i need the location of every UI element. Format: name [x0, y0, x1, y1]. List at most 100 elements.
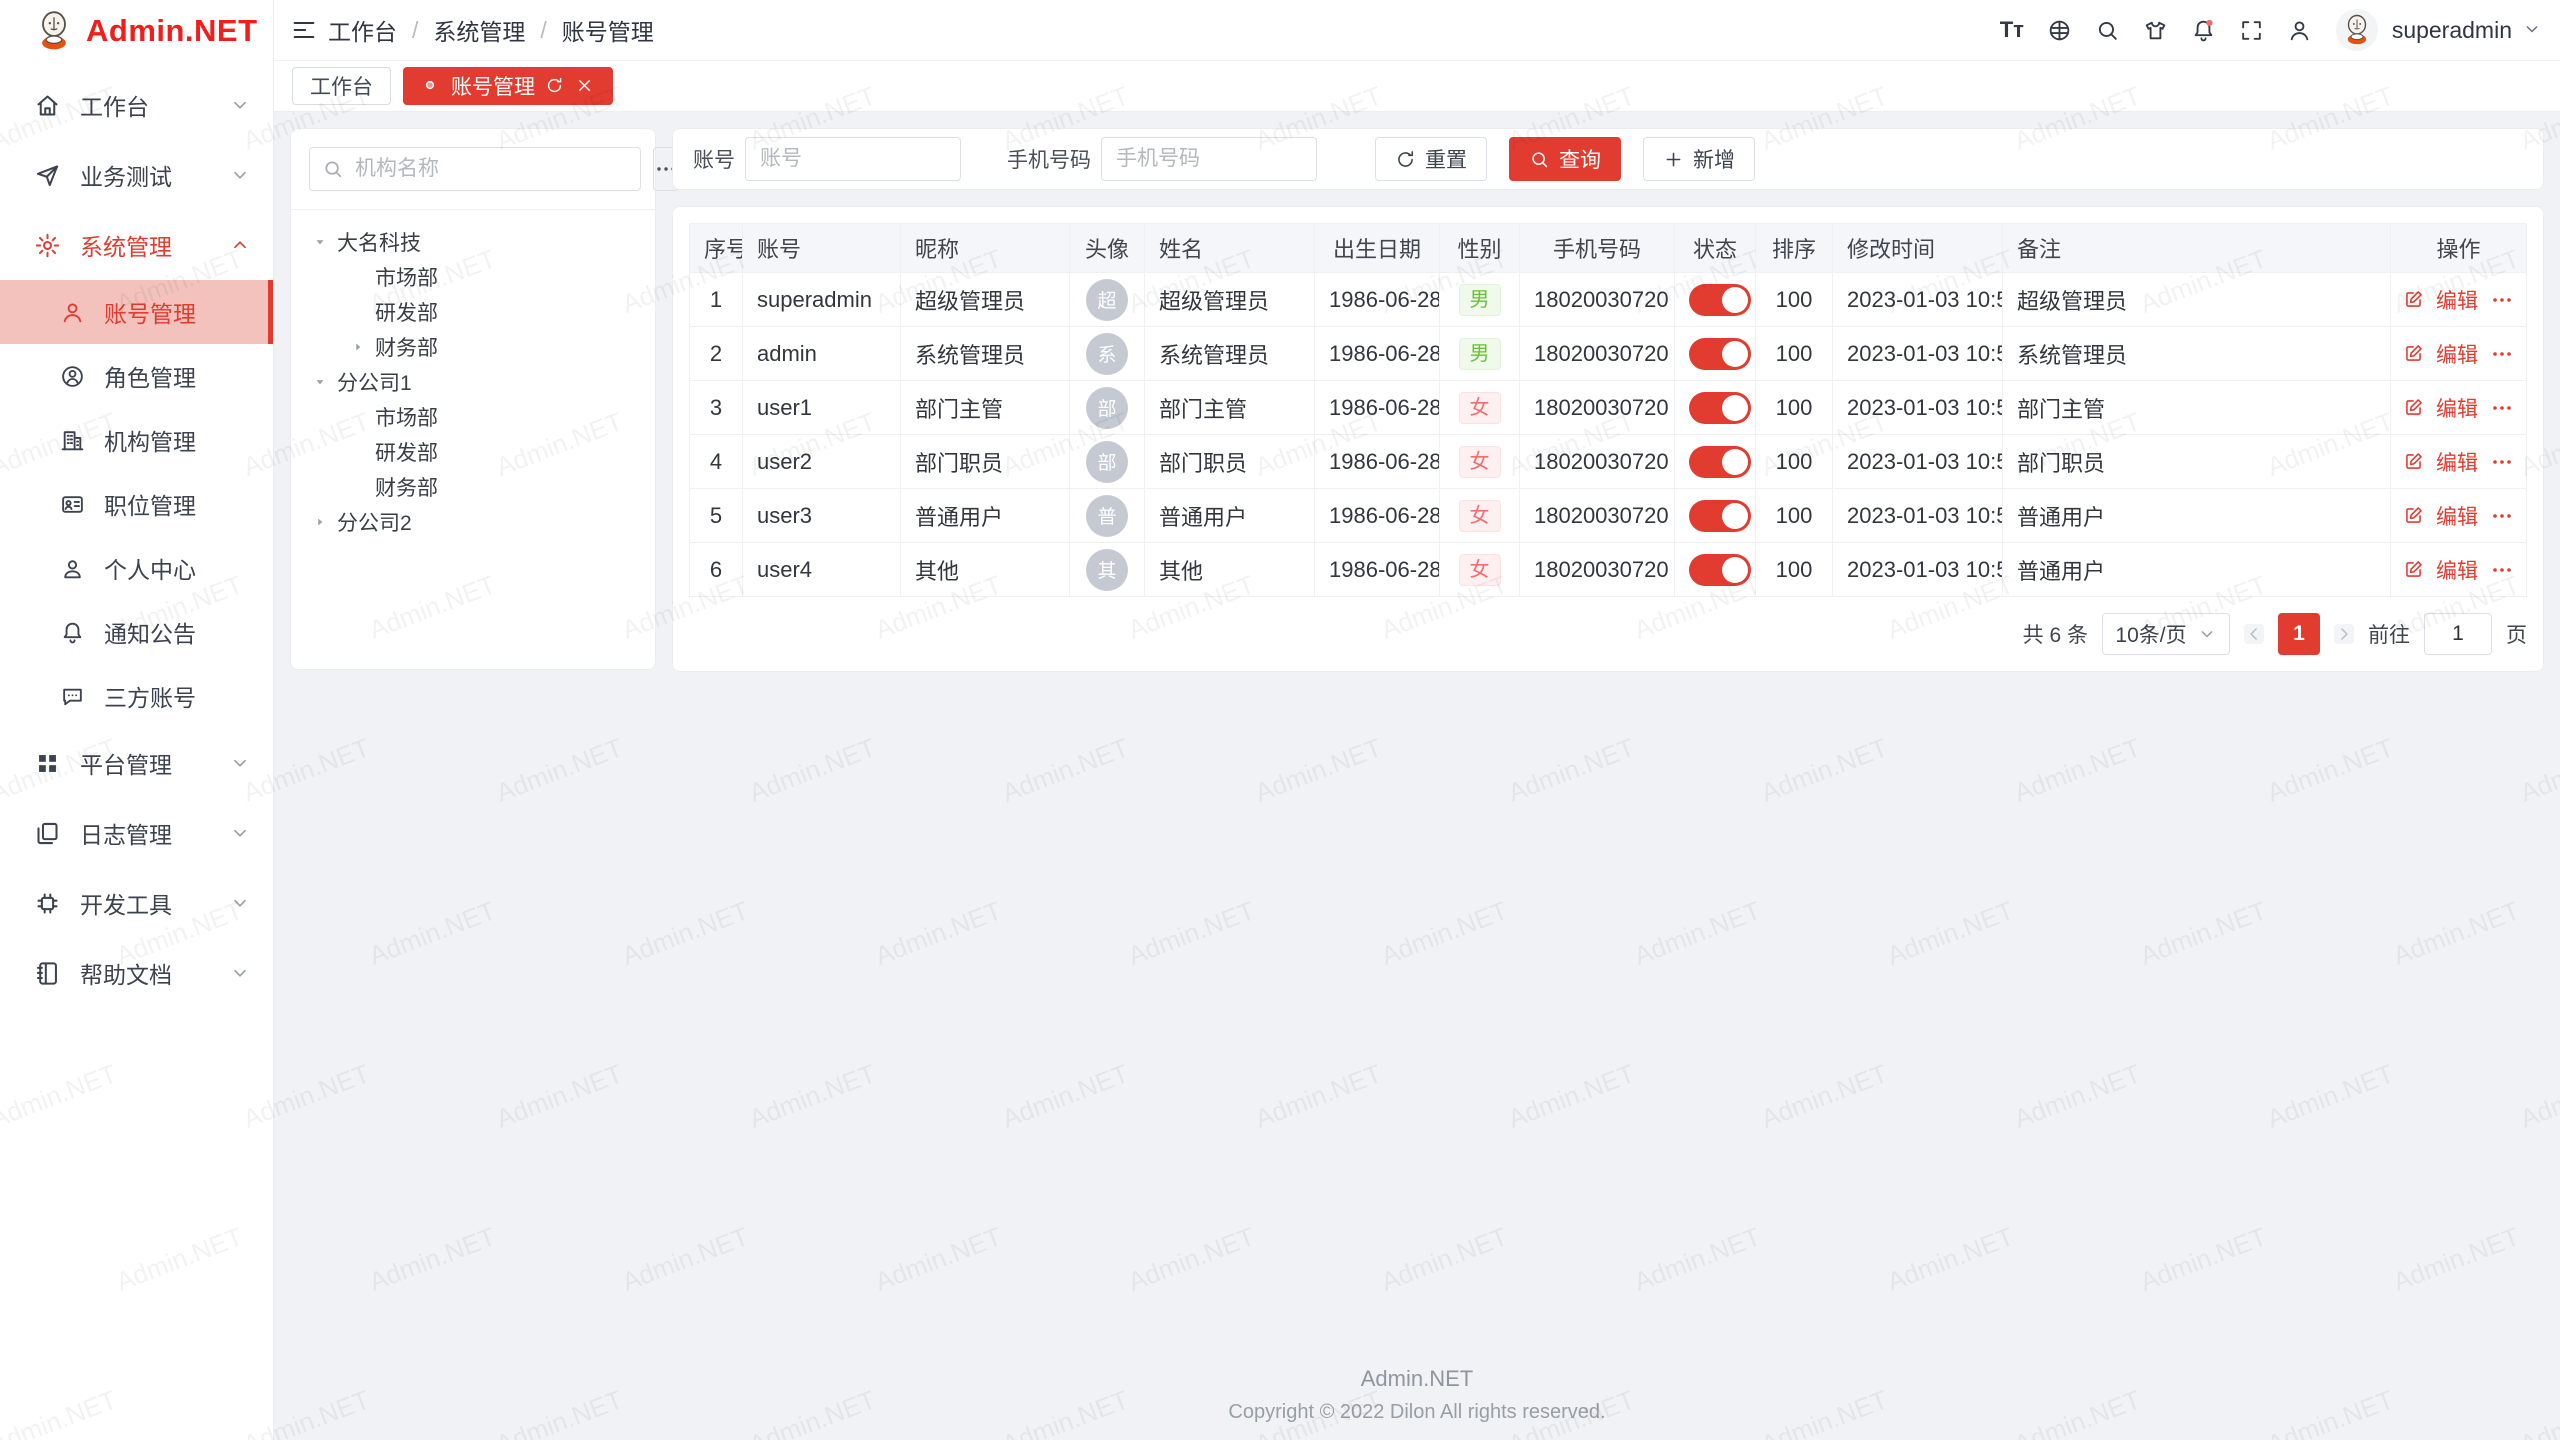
tree-node-财务部[interactable]: 财务部: [309, 469, 637, 504]
sidebar-item-系统管理[interactable]: 系统管理: [0, 210, 273, 280]
fullscreen-icon[interactable]: [2230, 8, 2274, 52]
cell-status: [1675, 543, 1756, 597]
row-more-icon[interactable]: [2490, 342, 2514, 366]
tree-node-研发部[interactable]: 研发部: [309, 294, 637, 329]
add-button[interactable]: 新增: [1643, 137, 1755, 181]
tab-refresh-icon[interactable]: [545, 76, 565, 96]
edit-button[interactable]: 编辑: [2436, 339, 2478, 369]
profile-icon[interactable]: [2278, 8, 2322, 52]
cell-birth: 1986-06-28: [1315, 327, 1440, 381]
search-button[interactable]: 查询: [1509, 137, 1621, 181]
tree-node-分公司1[interactable]: 分公司1: [309, 364, 637, 399]
edit-icon[interactable]: [2403, 505, 2424, 526]
edit-icon[interactable]: [2403, 559, 2424, 580]
org-search-input[interactable]: [353, 156, 628, 182]
tree-node-市场部[interactable]: 市场部: [309, 399, 637, 434]
edit-button[interactable]: 编辑: [2436, 555, 2478, 585]
status-toggle[interactable]: [1689, 500, 1751, 532]
tree-node-分公司2[interactable]: 分公司2: [309, 504, 637, 539]
chevron-down-icon: [229, 892, 251, 914]
sidebar-item-职位管理[interactable]: 职位管理: [0, 472, 273, 536]
tab-工作台[interactable]: 工作台: [292, 67, 391, 105]
breadcrumb-separator: /: [540, 17, 546, 44]
tab-close-icon[interactable]: [575, 76, 595, 96]
page-size-select[interactable]: 10条/页: [2102, 613, 2230, 655]
row-more-icon[interactable]: [2490, 288, 2514, 312]
next-page-button[interactable]: [2334, 624, 2354, 644]
caret-down-icon[interactable]: [309, 231, 331, 253]
search-icon[interactable]: [2086, 8, 2130, 52]
language-icon[interactable]: [2038, 8, 2082, 52]
edit-button[interactable]: 编辑: [2436, 501, 2478, 531]
sidebar-item-帮助文档[interactable]: 帮助文档: [0, 938, 273, 1008]
cell-name: 其他: [1145, 543, 1315, 597]
edit-icon[interactable]: [2403, 397, 2424, 418]
reset-button[interactable]: 重置: [1375, 137, 1487, 181]
cell-sort: 100: [1756, 543, 1833, 597]
sidebar-item-日志管理[interactable]: 日志管理: [0, 798, 273, 868]
cell-avatar: 普: [1070, 489, 1145, 543]
edit-icon[interactable]: [2403, 451, 2424, 472]
user-name[interactable]: superadmin: [2392, 17, 2512, 44]
theme-icon[interactable]: [2134, 8, 2178, 52]
caret-down-icon[interactable]: [309, 371, 331, 393]
row-more-icon[interactable]: [2490, 396, 2514, 420]
current-page-button[interactable]: 1: [2278, 613, 2320, 655]
sidebar-item-三方账号[interactable]: 三方账号: [0, 664, 273, 728]
edit-button[interactable]: 编辑: [2436, 393, 2478, 423]
cell-name: 部门主管: [1145, 381, 1315, 435]
tree-node-研发部[interactable]: 研发部: [309, 434, 637, 469]
column-header-性别: 性别: [1440, 224, 1520, 273]
sidebar-item-账号管理[interactable]: 账号管理: [0, 280, 273, 344]
status-toggle[interactable]: [1689, 554, 1751, 586]
sidebar-item-业务测试[interactable]: 业务测试: [0, 140, 273, 210]
sidebar-item-工作台[interactable]: 工作台: [0, 70, 273, 140]
row-more-icon[interactable]: [2490, 504, 2514, 528]
sidebar-item-角色管理[interactable]: 角色管理: [0, 344, 273, 408]
status-toggle[interactable]: [1689, 392, 1751, 424]
notification-icon[interactable]: [2182, 8, 2226, 52]
tree-node-财务部[interactable]: 财务部: [309, 329, 637, 364]
tree-node-大名科技[interactable]: 大名科技: [309, 224, 637, 259]
accounts-table-card: 序号账号昵称头像姓名出生日期性别手机号码状态排序修改时间备注操作 1supera…: [672, 206, 2544, 672]
row-more-icon[interactable]: [2490, 558, 2514, 582]
logs-icon: [34, 820, 61, 847]
caret-right-icon[interactable]: [347, 336, 369, 358]
caret-right-icon[interactable]: [309, 511, 331, 533]
status-toggle[interactable]: [1689, 338, 1751, 370]
status-toggle[interactable]: [1689, 284, 1751, 316]
row-avatar: 其: [1086, 549, 1128, 591]
font-size-icon[interactable]: Tт: [1990, 8, 2034, 52]
phone-input[interactable]: [1101, 137, 1317, 181]
goto-page-input[interactable]: [2424, 613, 2492, 655]
org-tree-panel: 大名科技市场部研发部财务部分公司1市场部研发部财务部分公司2: [290, 128, 656, 670]
sidebar-item-平台管理[interactable]: 平台管理: [0, 728, 273, 798]
goto-label: 前往: [2368, 619, 2410, 649]
edit-icon[interactable]: [2403, 343, 2424, 364]
breadcrumb-item[interactable]: 系统管理: [433, 13, 525, 47]
sidebar-item-开发工具[interactable]: 开发工具: [0, 868, 273, 938]
prev-page-button[interactable]: [2244, 624, 2264, 644]
top-header: 工作台/系统管理/账号管理 Tтsuperadmin: [274, 0, 2560, 61]
tree-node-市场部[interactable]: 市场部: [309, 259, 637, 294]
menu-fold-icon[interactable]: [290, 16, 318, 44]
account-input[interactable]: [745, 137, 961, 181]
row-more-icon[interactable]: [2490, 450, 2514, 474]
cell-modified: 2023-01-03 10:59:44: [1833, 327, 2003, 381]
tab-账号管理[interactable]: 账号管理: [403, 67, 613, 105]
breadcrumb-item[interactable]: 账号管理: [562, 13, 654, 47]
edit-button[interactable]: 编辑: [2436, 447, 2478, 477]
cell-actions: 编辑: [2391, 543, 2527, 597]
sidebar-item-机构管理[interactable]: 机构管理: [0, 408, 273, 472]
user-avatar[interactable]: [2336, 9, 2378, 51]
sidebar-item-个人中心[interactable]: 个人中心: [0, 536, 273, 600]
breadcrumb-item[interactable]: 工作台: [328, 13, 397, 47]
chevron-down-icon[interactable]: [2522, 19, 2544, 41]
edit-icon[interactable]: [2403, 289, 2424, 310]
cell-nickname: 部门主管: [901, 381, 1070, 435]
cell-account: admin: [743, 327, 901, 381]
cell-status: [1675, 273, 1756, 327]
edit-button[interactable]: 编辑: [2436, 285, 2478, 315]
sidebar-item-通知公告[interactable]: 通知公告: [0, 600, 273, 664]
status-toggle[interactable]: [1689, 446, 1751, 478]
